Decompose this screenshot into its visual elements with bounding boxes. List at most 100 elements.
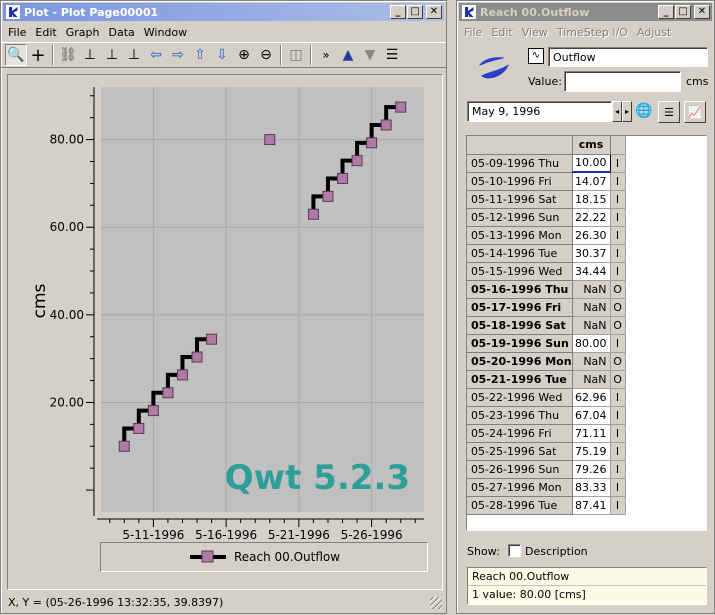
table-row[interactable]: 05-11-1996 Sat 18.15 I [467,190,626,209]
row-value[interactable]: 71.11 [572,424,611,443]
minimize-icon[interactable]: _ [658,5,674,19]
row-value[interactable]: 22.22 [572,208,611,227]
table-row[interactable]: 05-09-1996 Thu 10.00 I [467,153,626,173]
table-row[interactable]: 05-28-1996 Tue 87.41 I [467,496,626,515]
maximize-icon[interactable]: □ [675,5,691,19]
pan-up-icon[interactable]: ⇧ [189,44,211,66]
zoom-in-icon[interactable]: ⊕ [233,44,255,66]
data-menu-view[interactable]: View [519,26,554,39]
row-date[interactable]: 05-18-1996 Sat [467,316,573,335]
row-date[interactable]: 05-12-1996 Sun [467,208,573,227]
zoom-tool-icon[interactable]: 🔍 [5,44,27,66]
data-menu-file[interactable]: File [461,26,488,39]
table-row[interactable]: 05-13-1996 Mon 26.30 I [467,226,626,245]
row-value[interactable]: 34.44 [572,262,611,281]
row-date[interactable]: 05-22-1996 Wed [467,388,573,407]
crosshair-icon[interactable]: + [27,44,49,66]
axis-scale-icon[interactable]: ⊥ [123,44,145,66]
row-date[interactable]: 05-11-1996 Sat [467,190,573,209]
date-prev-button[interactable]: ◂ [612,101,622,122]
pan-left-icon[interactable]: ⇦ [145,44,167,66]
row-value[interactable]: 14.07 [572,172,611,191]
row-date[interactable]: 05-28-1996 Tue [467,496,573,515]
table-row[interactable]: 05-12-1996 Sun 22.22 I [467,208,626,227]
table-row[interactable]: 05-16-1996 Thu NaN O [467,280,626,299]
row-date[interactable]: 05-26-1996 Sun [467,460,573,479]
table-row[interactable]: 05-24-1996 Fri 71.11 I [467,424,626,443]
row-date[interactable]: 05-27-1996 Mon [467,478,573,497]
zoom-out-icon[interactable]: ⊖ [255,44,277,66]
axis-left-icon[interactable]: ⊥ [79,44,101,66]
legend-list-icon[interactable]: ☰ [381,44,403,66]
table-row[interactable]: 05-23-1996 Thu 67.04 I [467,406,626,425]
menu-edit[interactable]: Edit [32,26,62,39]
chart-legend[interactable]: Reach 00.Outflow [100,542,428,572]
globe-icon[interactable]: 🌐 [634,101,654,122]
row-value[interactable]: 79.26 [572,460,611,479]
row-value[interactable]: NaN [572,298,611,317]
table-row[interactable]: 05-17-1996 Fri NaN O [467,298,626,317]
row-value[interactable]: 83.33 [572,478,611,497]
table-row[interactable]: 05-21-1996 Tue NaN O [467,370,626,389]
row-value[interactable]: 75.19 [572,442,611,461]
axis-right-icon[interactable]: ⊥ [101,44,123,66]
menu-graph[interactable]: Graph [63,26,106,39]
row-value[interactable]: NaN [572,352,611,371]
row-date[interactable]: 05-21-1996 Tue [467,370,573,389]
row-date[interactable]: 05-09-1996 Thu [467,154,573,173]
table-row[interactable]: 05-18-1996 Sat NaN O [467,316,626,335]
menu-window[interactable]: Window [141,26,193,39]
row-value[interactable]: 30.37 [572,244,611,263]
data-menu-adjust[interactable]: Adjust [634,26,677,39]
resize-grip[interactable] [430,597,442,609]
date-field[interactable]: May 9, 1996 [467,101,612,122]
close-icon[interactable]: ✕ [426,5,442,19]
table-row[interactable]: 05-25-1996 Sat 75.19 I [467,442,626,461]
description-checkbox[interactable] [508,544,521,557]
data-titlebar[interactable]: Reach 00.Outflow _ □ ✕ [459,3,712,21]
table-row[interactable]: 05-27-1996 Mon 83.33 I [467,478,626,497]
row-date[interactable]: 05-15-1996 Wed [467,262,573,281]
row-date[interactable]: 05-19-1996 Sun [467,334,573,353]
row-value[interactable]: NaN [572,316,611,335]
table-row[interactable]: 05-20-1996 Mon NaN O [467,352,626,371]
row-value[interactable]: 62.96 [572,388,611,407]
row-date[interactable]: 05-16-1996 Thu [467,280,573,299]
minimize-icon[interactable]: _ [390,5,406,19]
value-input[interactable] [564,71,681,92]
row-date[interactable]: 05-10-1996 Fri [467,172,573,191]
link-icon[interactable]: ⛓ [57,44,79,66]
menu-data[interactable]: Data [105,26,140,39]
table-row[interactable]: 05-14-1996 Tue 30.37 I [467,244,626,263]
fill-chart-icon[interactable]: ▲ [337,44,359,66]
row-value[interactable]: 87.41 [572,496,611,515]
slot-name-field[interactable]: Outflow [548,47,708,67]
chart-view-icon[interactable]: 📈 [684,101,706,123]
row-date[interactable]: 05-17-1996 Fri [467,298,573,317]
data-menu-edit[interactable]: Edit [488,26,518,39]
row-date[interactable]: 05-23-1996 Thu [467,406,573,425]
row-date[interactable]: 05-13-1996 Mon [467,226,573,245]
row-date[interactable]: 05-24-1996 Fri [467,424,573,443]
data-table[interactable]: cms 05-09-1996 Thu 10.00 I 05-10-1996 Fri 14… [467,136,626,515]
table-row[interactable]: 05-26-1996 Sun 79.26 I [467,460,626,479]
table-row[interactable]: 05-15-1996 Wed 34.44 I [467,262,626,281]
pan-right-icon[interactable]: ⇨ [167,44,189,66]
data-menu-timestep[interactable]: TimeStep I/O [554,26,634,39]
row-value[interactable]: NaN [572,370,611,389]
row-date[interactable]: 05-25-1996 Sat [467,442,573,461]
row-value[interactable]: 67.04 [572,406,611,425]
row-value[interactable]: 80.00 [572,334,611,353]
date-next-button[interactable]: ▸ [622,101,632,122]
pan-down-icon[interactable]: ⇩ [211,44,233,66]
close-icon[interactable]: ✕ [694,5,710,19]
plot-titlebar[interactable]: Plot - Plot Page00001 _ □ ✕ [3,3,444,21]
row-value[interactable]: 26.30 [572,226,611,245]
table-row[interactable]: 05-10-1996 Fri 14.07 I [467,172,626,191]
table-row[interactable]: 05-22-1996 Wed 62.96 I [467,388,626,407]
row-value[interactable]: 18.15 [572,190,611,209]
row-value[interactable]: NaN [572,280,611,299]
fill-down-icon[interactable]: ▼ [359,44,381,66]
maximize-icon[interactable]: □ [407,5,423,19]
split-icon[interactable]: ◫ [285,44,307,66]
